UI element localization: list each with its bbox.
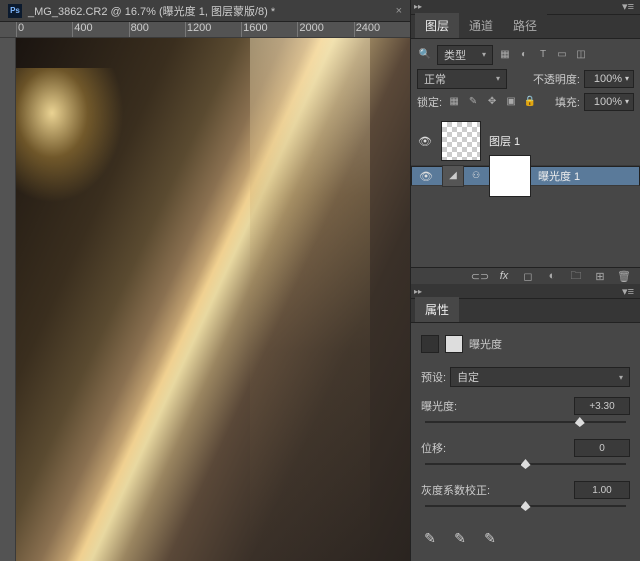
tab-layers[interactable]: 图层 [415, 13, 459, 38]
tab-channels[interactable]: 通道 [459, 13, 503, 38]
filter-pixel-icon[interactable]: ▦ [497, 47, 513, 63]
fx-icon[interactable]: fx [496, 268, 512, 284]
search-icon[interactable]: 🔍 [417, 47, 433, 63]
slider-value-input[interactable]: 0 [574, 439, 630, 457]
adjustment-layer-icon[interactable]: ◐ [544, 268, 560, 284]
filter-shape-icon[interactable]: ▭ [554, 47, 570, 63]
layers-footer: ⊂⊃ fx ◻ ◐ 🗀 ⊞ 🗑 [411, 267, 640, 284]
slider-track[interactable] [425, 457, 626, 471]
eyedropper-gray-icon[interactable]: ✎ [451, 529, 469, 547]
properties-title: 曝光度 [421, 331, 630, 357]
tab-paths[interactable]: 路径 [503, 13, 547, 38]
fill-input[interactable]: 100%▾ [584, 93, 634, 111]
slider-track[interactable] [425, 415, 626, 429]
new-layer-icon[interactable]: ⊞ [592, 268, 608, 284]
visibility-icon[interactable]: 👁 [418, 170, 434, 182]
preset-label: 预设: [421, 369, 446, 385]
preset-select[interactable]: 自定▾ [450, 367, 630, 387]
group-icon[interactable]: 🗀 [568, 268, 584, 284]
mask-icon[interactable]: ◻ [520, 268, 536, 284]
exposure-icon [421, 335, 439, 353]
blend-mode-select[interactable]: 正常▾ [417, 69, 507, 89]
properties-tabs: 属性 [411, 299, 640, 323]
slider-value-input[interactable]: 1.00 [574, 481, 630, 499]
slider-label: 灰度系数校正: [421, 482, 511, 498]
visibility-icon[interactable]: 👁 [417, 135, 433, 147]
fill-label: 填充: [555, 94, 580, 110]
link-layers-icon[interactable]: ⊂⊃ [472, 268, 488, 284]
lock-pos-icon[interactable]: ✥ [484, 94, 500, 110]
document-tab[interactable]: Ps _MG_3862.CR2 @ 16.7% (曝光度 1, 图层蒙版/8) … [0, 0, 410, 22]
ps-icon: Ps [8, 4, 22, 18]
filter-smart-icon[interactable]: ◫ [573, 47, 589, 63]
collapse-icon[interactable]: ▸▸ [411, 2, 425, 11]
layers-tabs: 图层 通道 路径 [411, 15, 640, 39]
slider-track[interactable] [425, 499, 626, 513]
lock-artboard-icon[interactable]: ▣ [503, 94, 519, 110]
slider-exposure: 曝光度: +3.30 [421, 397, 630, 429]
layer-thumbnail[interactable] [441, 121, 481, 161]
tab-properties[interactable]: 属性 [415, 297, 459, 322]
delete-icon[interactable]: 🗑 [616, 268, 632, 284]
mask-icon-small [445, 335, 463, 353]
eyedropper-row: ✎ ✎ ✎ [421, 523, 630, 553]
layer-list: 👁 图层 1 👁 ◢ ⚇ 曝光度 1 [411, 117, 640, 267]
mask-thumbnail[interactable] [490, 156, 530, 196]
filter-type-select[interactable]: 类型▾ [437, 45, 493, 65]
lock-all-icon[interactable]: 🔒 [522, 94, 538, 110]
slider-gamma: 灰度系数校正: 1.00 [421, 481, 630, 513]
panel-menu-icon[interactable]: ▾≡ [616, 285, 640, 298]
layer-name[interactable]: 图层 1 [489, 133, 520, 149]
close-tab-icon[interactable]: × [396, 5, 402, 17]
lock-trans-icon[interactable]: ▦ [446, 94, 462, 110]
opacity-input[interactable]: 100%▾ [584, 70, 634, 88]
canvas[interactable] [16, 38, 410, 561]
document-title: _MG_3862.CR2 @ 16.7% (曝光度 1, 图层蒙版/8) * [28, 3, 275, 19]
slider-label: 位移: [421, 440, 491, 456]
slider-offset: 位移: 0 [421, 439, 630, 471]
collapse-icon[interactable]: ▸▸ [411, 287, 425, 296]
filter-adjust-icon[interactable]: ◐ [516, 47, 532, 63]
ruler-vertical[interactable] [0, 38, 16, 561]
adjustment-icon[interactable]: ◢ [442, 165, 464, 187]
ruler-horizontal[interactable]: 04008001200160020002400 [0, 22, 410, 38]
layer-row[interactable]: 👁 ◢ ⚇ 曝光度 1 [411, 166, 640, 186]
filter-icons: ▦ ◐ T ▭ ◫ [497, 47, 589, 63]
document-image [16, 38, 410, 561]
link-icon[interactable]: ⚇ [472, 170, 482, 181]
lock-paint-icon[interactable]: ✎ [465, 94, 481, 110]
lock-label: 锁定: [417, 94, 442, 110]
slider-value-input[interactable]: +3.30 [574, 397, 630, 415]
panel-menu-icon[interactable]: ▾≡ [616, 0, 640, 13]
eyedropper-white-icon[interactable]: ✎ [481, 529, 499, 547]
eyedropper-black-icon[interactable]: ✎ [421, 529, 439, 547]
slider-label: 曝光度: [421, 398, 491, 414]
layer-name[interactable]: 曝光度 1 [538, 168, 580, 184]
opacity-label: 不透明度: [533, 71, 580, 87]
filter-type-icon[interactable]: T [535, 47, 551, 63]
